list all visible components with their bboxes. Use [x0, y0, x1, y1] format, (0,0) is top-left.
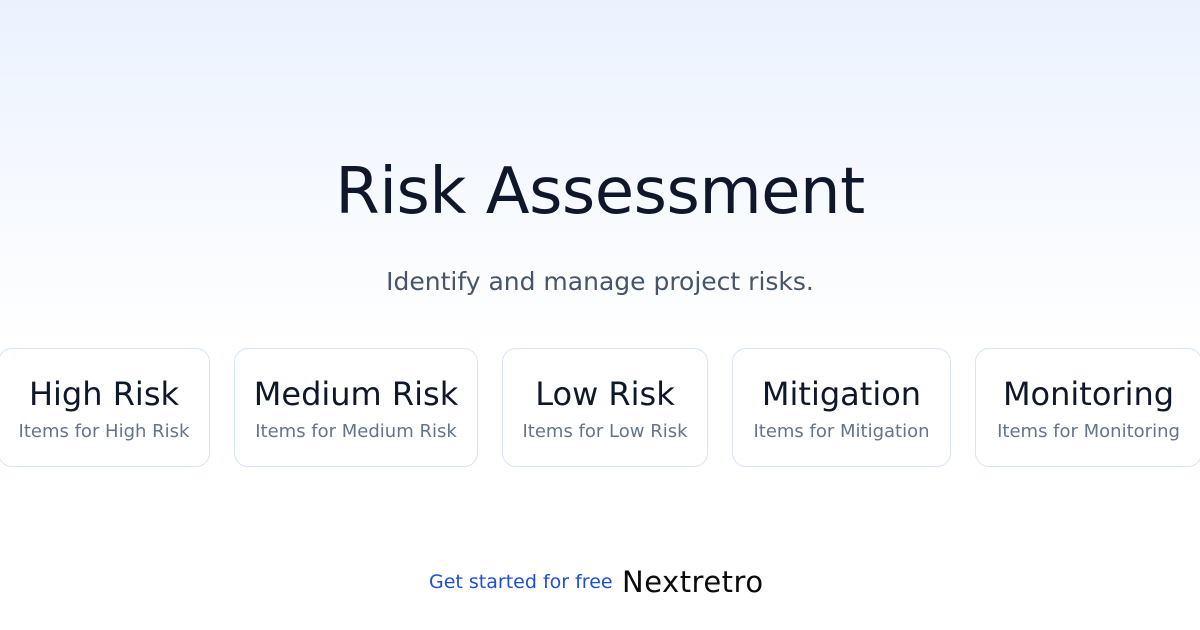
card-title: Mitigation — [761, 375, 922, 413]
card-description: Items for Medium Risk — [255, 421, 457, 442]
page-title: Risk Assessment — [335, 155, 865, 229]
card-title: Medium Risk — [253, 375, 459, 413]
category-card-monitoring[interactable]: Monitoring Items for Monitoring — [975, 348, 1200, 467]
brand-logo: Nextretro — [622, 565, 764, 599]
card-description: Items for Mitigation — [753, 421, 930, 442]
category-card-high-risk[interactable]: High Risk Items for High Risk — [0, 348, 210, 467]
get-started-link[interactable]: Get started for free — [429, 568, 613, 596]
card-description: Items for Low Risk — [522, 421, 688, 442]
category-card-mitigation[interactable]: Mitigation Items for Mitigation — [732, 348, 951, 467]
category-card-medium-risk[interactable]: Medium Risk Items for Medium Risk — [234, 348, 478, 467]
card-title: High Risk — [28, 375, 180, 413]
card-description: Items for High Risk — [18, 421, 190, 442]
category-card-low-risk[interactable]: Low Risk Items for Low Risk — [502, 348, 708, 467]
card-title: Monitoring — [1002, 375, 1175, 413]
card-title: Low Risk — [535, 375, 675, 413]
card-description: Items for Monitoring — [997, 421, 1180, 442]
page-subtitle: Identify and manage project risks. — [386, 267, 814, 296]
